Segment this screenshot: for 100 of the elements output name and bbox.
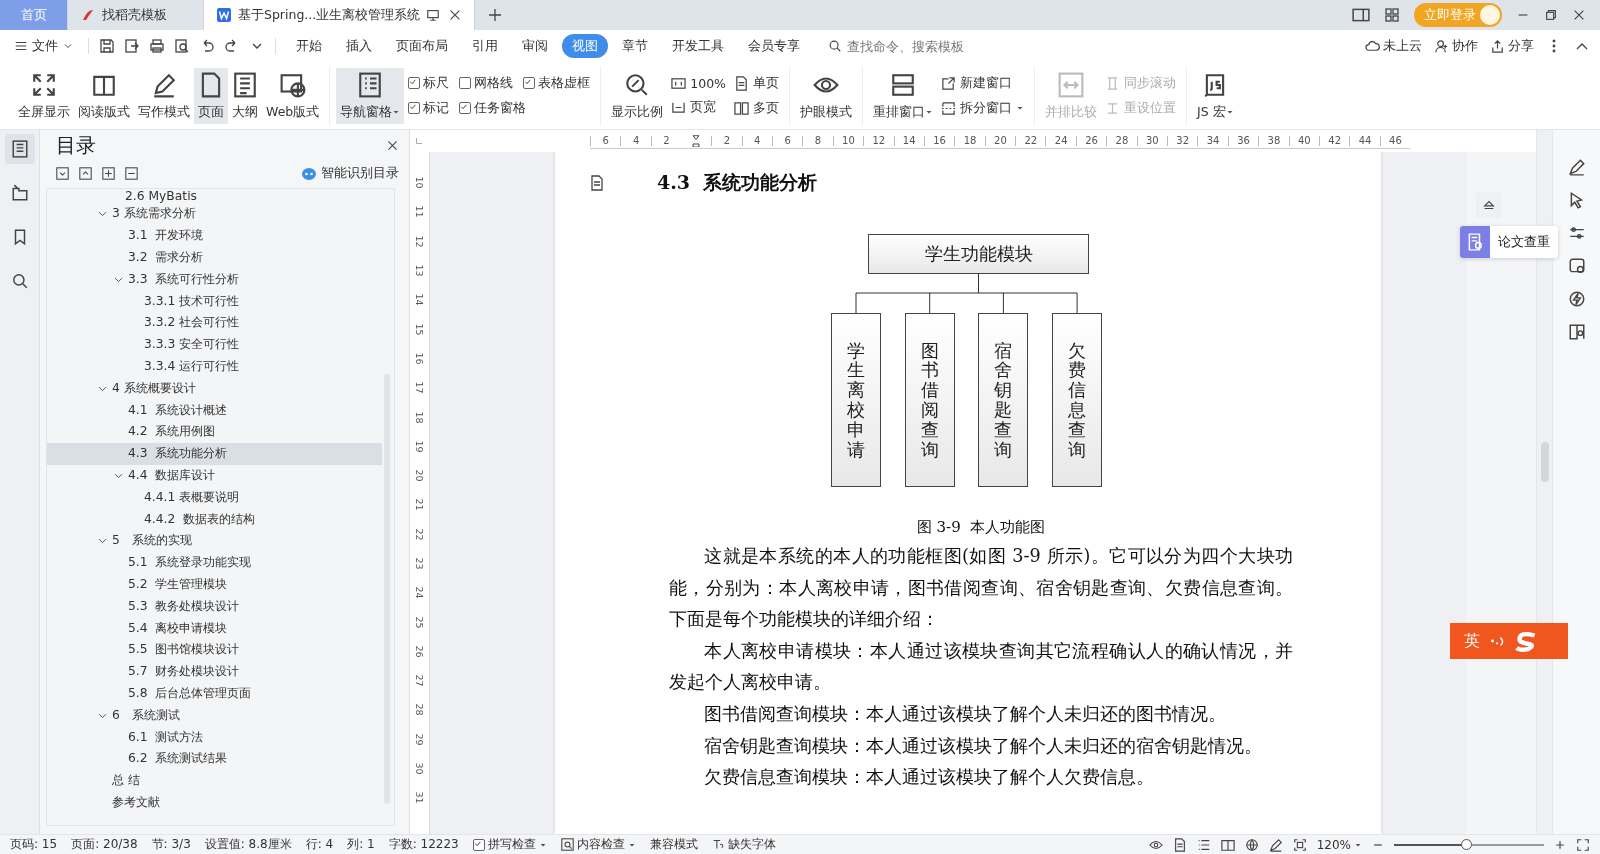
- fullscreen-icon[interactable]: [1576, 837, 1590, 852]
- ribbon-button[interactable]: 阅读版式: [74, 67, 134, 124]
- toc-item[interactable]: 5 系统的实现: [47, 529, 382, 552]
- ribbon-button[interactable]: 100%: [671, 75, 726, 91]
- checkbox[interactable]: 表格虚框: [523, 74, 591, 92]
- collapse-button[interactable]: [1476, 192, 1502, 218]
- close-icon[interactable]: [386, 139, 399, 152]
- print-preview-icon[interactable]: [174, 38, 190, 54]
- lightning-icon[interactable]: [1567, 290, 1586, 308]
- toc-item[interactable]: 4.1 系统设计概述: [47, 399, 382, 421]
- toc-item[interactable]: 3.3 系统可行性分析: [47, 268, 382, 291]
- sliders-icon[interactable]: [1567, 224, 1586, 242]
- ribbon-button[interactable]: 全屏显示: [14, 67, 74, 124]
- ribbon-tab[interactable]: 开发工具: [662, 34, 734, 58]
- reading-view-icon[interactable]: [1220, 837, 1235, 852]
- toc-item[interactable]: 4.3 系统功能分析: [47, 442, 382, 465]
- checkbox[interactable]: 标尺: [408, 74, 450, 92]
- fit-page-icon[interactable]: [1292, 837, 1307, 852]
- ribbon-tab[interactable]: 页面布局: [386, 34, 458, 58]
- ribbon-tab[interactable]: 开始: [286, 34, 332, 58]
- ribbon-tab[interactable]: 章节: [612, 34, 658, 58]
- ribbon-button[interactable]: JS 宏: [1193, 67, 1238, 124]
- ribbon-button[interactable]: 显示比例: [607, 67, 668, 124]
- image-icon[interactable]: [1567, 257, 1586, 275]
- pen-icon[interactable]: [1567, 158, 1586, 176]
- outline-view-icon[interactable]: [1196, 837, 1211, 852]
- toc-item[interactable]: 3.3.3 安全可行性: [47, 333, 382, 356]
- toc-item[interactable]: 6 系统测试: [47, 704, 382, 727]
- pen-icon[interactable]: [1268, 837, 1283, 852]
- ribbon-tab[interactable]: 插入: [336, 34, 382, 58]
- checkbox[interactable]: 任务窗格: [459, 99, 527, 117]
- spell-check-button[interactable]: 拼写检查: [472, 836, 547, 853]
- new-tab-icon[interactable]: [487, 7, 504, 23]
- monitor-icon[interactable]: [426, 8, 441, 22]
- slider-thumb[interactable]: [1461, 838, 1472, 850]
- search-field[interactable]: 查找命令、搜索模板: [828, 37, 1008, 55]
- ribbon-button[interactable]: 导航窗格: [336, 67, 405, 124]
- file-menu[interactable]: 文件: [10, 37, 78, 55]
- layout-icon[interactable]: [1352, 6, 1370, 24]
- zoom-in-icon[interactable]: [1554, 838, 1566, 851]
- scrollbar[interactable]: [1541, 442, 1549, 482]
- toc-item[interactable]: 6.1 测试方法: [47, 726, 382, 748]
- toc-item[interactable]: 参考文献: [47, 791, 382, 814]
- ribbon-button[interactable]: 重排窗口: [869, 67, 937, 124]
- toc-item[interactable]: 4 系统概要设计: [47, 377, 382, 400]
- toc-item[interactable]: 4.4 数据库设计: [47, 464, 382, 487]
- plagiarism-check-button[interactable]: 论文查重: [1460, 226, 1558, 258]
- toc-item[interactable]: 4.4.2 数据表的结构: [47, 508, 382, 530]
- apps-icon[interactable]: [1384, 7, 1400, 23]
- ribbon-button[interactable]: 多页: [734, 99, 779, 117]
- toc-item[interactable]: 总 结: [47, 769, 382, 792]
- book-search-icon[interactable]: [1567, 323, 1586, 341]
- toc-item[interactable]: 5.4 离校申请模块: [47, 617, 382, 639]
- ribbon-button[interactable]: Web版式: [262, 67, 324, 124]
- print-icon[interactable]: [149, 38, 165, 54]
- web-view-icon[interactable]: [1244, 837, 1259, 852]
- search-icon[interactable]: [10, 272, 29, 290]
- restore-icon[interactable]: [1544, 8, 1558, 22]
- add-icon[interactable]: [102, 167, 115, 180]
- content-check-button[interactable]: 内容检查: [560, 836, 636, 853]
- toc-item[interactable]: 6.2 系统测试结果: [47, 747, 382, 770]
- export-icon[interactable]: [124, 38, 140, 54]
- collapse-icon[interactable]: [79, 167, 92, 180]
- expand-icon[interactable]: [56, 167, 69, 180]
- close-icon[interactable]: [1572, 8, 1586, 22]
- ribbon-button[interactable]: 护眼模式: [796, 67, 856, 124]
- ribbon-button[interactable]: 拆分窗口: [941, 99, 1024, 117]
- toolbar-button[interactable]: 未上云: [1365, 37, 1422, 55]
- toc-item[interactable]: 3.3.1 技术可行性: [47, 290, 382, 312]
- ribbon-button[interactable]: 写作模式: [134, 67, 194, 124]
- ribbon-button[interactable]: 页面: [194, 67, 228, 124]
- indent-marker-icon[interactable]: [690, 134, 703, 147]
- missing-font-button[interactable]: 缺失字体: [711, 836, 776, 853]
- toc-item[interactable]: 4.2 系统用例图: [47, 420, 382, 443]
- toc-item[interactable]: 5.3 教务处模块设计: [47, 595, 382, 618]
- toc-item[interactable]: 5.1 系统登录功能实现: [47, 551, 382, 574]
- toc-item[interactable]: 3.3.4 运行可行性: [47, 355, 382, 378]
- checkbox[interactable]: 标记: [408, 99, 450, 117]
- smart-toc-button[interactable]: 智能识别目录: [301, 165, 399, 182]
- toc-item[interactable]: 5.2 学生管理模块: [47, 573, 382, 596]
- document-tab[interactable]: 基于Spring...业生离校管理系统: [204, 0, 476, 30]
- toolbar-button[interactable]: 协作: [1434, 37, 1478, 55]
- toc-item[interactable]: 4.4.1 表概要说明: [47, 486, 382, 509]
- zoom-dropdown[interactable]: 120%: [1316, 837, 1362, 852]
- checkbox[interactable]: 网格线: [459, 74, 514, 92]
- ribbon-tab[interactable]: 会员专享: [738, 34, 810, 58]
- paragraph-icon[interactable]: [589, 175, 605, 191]
- ribbon-button[interactable]: 单页: [734, 74, 779, 92]
- page-view-icon[interactable]: [1172, 837, 1187, 852]
- toc-item[interactable]: 3 系统需求分析: [47, 203, 382, 225]
- chapter-icon[interactable]: [10, 184, 29, 202]
- ribbon-button[interactable]: 页宽: [671, 98, 726, 116]
- toc-item[interactable]: 5.7 财务处模块设计: [47, 660, 382, 683]
- save-icon[interactable]: [99, 38, 115, 54]
- toc-item[interactable]: 3.2 需求分析: [47, 246, 382, 269]
- toc-item[interactable]: 5.5 图书馆模块设计: [47, 638, 382, 661]
- toc-item[interactable]: 3.3.2 社会可行性: [47, 312, 382, 334]
- ribbon-tab[interactable]: 引用: [462, 34, 508, 58]
- toc-item[interactable]: 2.6 MyBatis: [125, 189, 197, 203]
- toolbar-button[interactable]: 分享: [1490, 37, 1534, 55]
